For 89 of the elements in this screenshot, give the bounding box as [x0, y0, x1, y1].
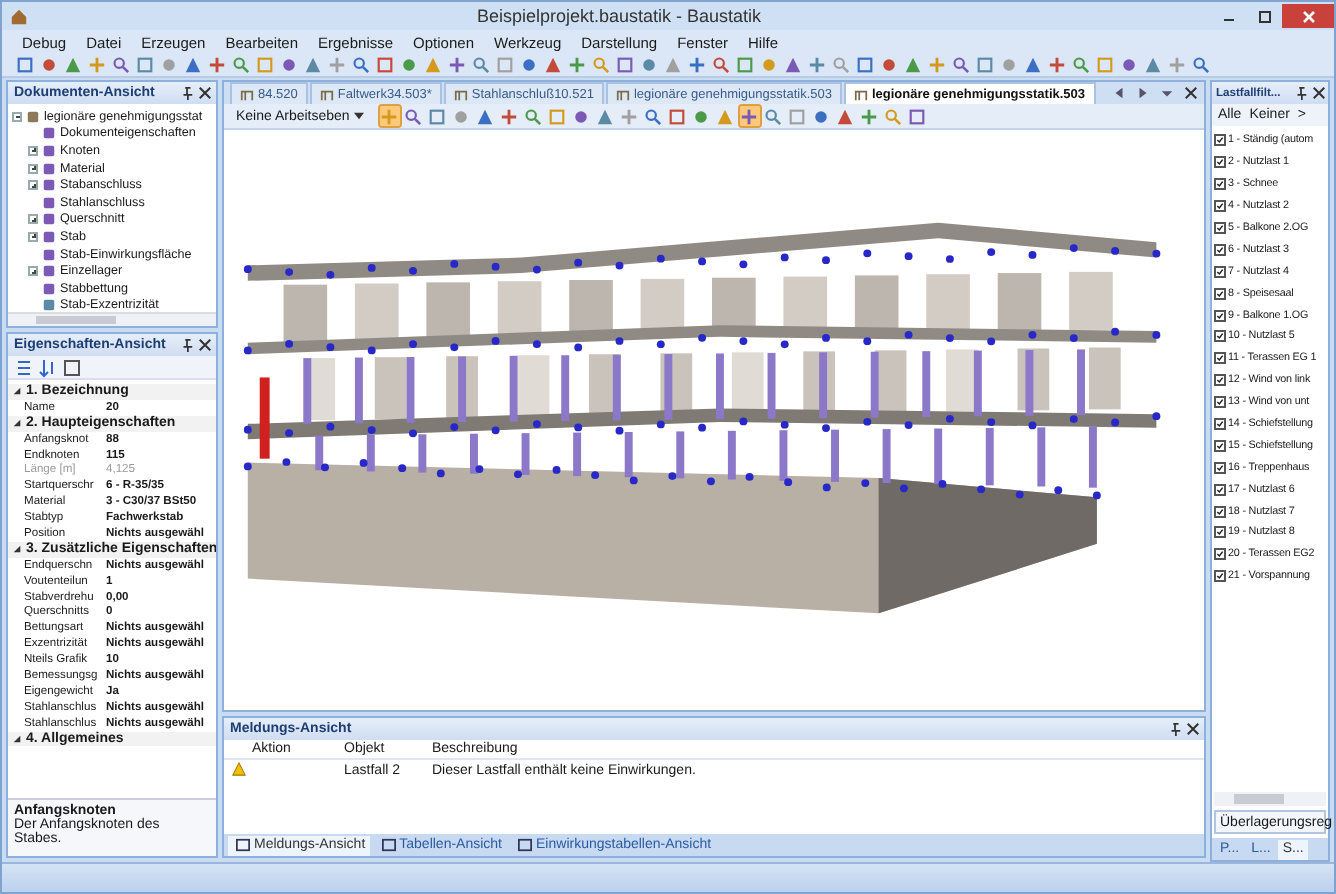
expander-icon[interactable]: [28, 266, 38, 277]
checkbox[interactable]: [1214, 156, 1226, 169]
frame-icon: [319, 87, 334, 101]
view-tool-icon[interactable]: [451, 106, 472, 126]
close-icon[interactable]: [198, 86, 212, 100]
checkbox[interactable]: [1214, 178, 1226, 191]
view-tool-icon[interactable]: [499, 106, 520, 126]
categorized-icon[interactable]: [14, 357, 34, 377]
checkbox[interactable]: [1214, 418, 1226, 431]
scrollbar[interactable]: [8, 312, 216, 326]
checkbox[interactable]: [1214, 548, 1226, 561]
checkbox[interactable]: [1214, 570, 1226, 583]
toolbar-icon[interactable]: [950, 55, 970, 75]
checkbox[interactable]: [1214, 439, 1226, 452]
expander-icon[interactable]: [12, 111, 22, 122]
collapse-icon[interactable]: [12, 734, 22, 745]
pin-icon[interactable]: [1168, 722, 1182, 736]
view-tool-icon[interactable]: [427, 106, 448, 126]
window-icon: [236, 838, 250, 852]
toolbar-icon[interactable]: [230, 55, 250, 75]
toolbar-icon[interactable]: [206, 55, 226, 75]
checkbox[interactable]: [1214, 243, 1226, 256]
view-tool-icon[interactable]: [907, 106, 928, 126]
pin-icon[interactable]: [180, 338, 194, 352]
view-tool-icon[interactable]: [739, 106, 760, 126]
scroll-right-icon[interactable]: [1136, 86, 1150, 100]
checkbox[interactable]: [1214, 483, 1226, 496]
checkbox[interactable]: [1214, 330, 1226, 343]
frame-icon: [453, 87, 468, 101]
warning-icon: [232, 761, 246, 775]
window-icon: [518, 838, 533, 852]
sort-icon[interactable]: [38, 357, 58, 377]
close-button[interactable]: [1282, 4, 1334, 28]
collapse-icon[interactable]: [12, 544, 22, 555]
close-icon[interactable]: [1184, 86, 1198, 100]
view-tool-icon[interactable]: [523, 106, 544, 126]
scroll-left-icon[interactable]: [1112, 86, 1126, 100]
window-title: Beispielprojekt.baustatik - Baustatik: [474, 6, 764, 26]
toolbar-icon[interactable]: [470, 55, 490, 75]
checkbox[interactable]: [1214, 134, 1226, 147]
close-icon[interactable]: [198, 338, 212, 352]
toolbar-icon[interactable]: [1070, 55, 1090, 75]
close-icon: [1301, 9, 1315, 23]
view-tool-icon[interactable]: [571, 106, 592, 126]
checkbox[interactable]: [1214, 374, 1226, 387]
frame-icon: [240, 87, 254, 101]
view-tool-icon[interactable]: [667, 106, 688, 126]
checkbox[interactable]: [1214, 461, 1226, 474]
toolbar-icon[interactable]: [1046, 55, 1066, 75]
toolbar-icon[interactable]: [806, 55, 826, 75]
frame-icon: [615, 87, 630, 101]
caret-icon: [353, 112, 364, 120]
app-icon: [10, 7, 28, 25]
window-icon: [381, 838, 396, 852]
close-icon[interactable]: [1186, 722, 1200, 736]
checkbox[interactable]: [1214, 526, 1226, 539]
checkbox[interactable]: [1214, 265, 1226, 278]
view-tool-icon[interactable]: [811, 106, 832, 126]
checkbox[interactable]: [1214, 309, 1226, 322]
checkbox[interactable]: [1214, 505, 1226, 518]
frame-icon: [853, 87, 868, 101]
property-pages-icon[interactable]: [62, 357, 82, 377]
toolbar-icon[interactable]: [686, 55, 706, 75]
toolbar-icon[interactable]: [350, 55, 370, 75]
checkbox[interactable]: [1214, 352, 1226, 365]
maximize-icon[interactable]: [1257, 9, 1271, 23]
toolbar-icon[interactable]: [710, 55, 730, 75]
checkbox[interactable]: [1214, 396, 1226, 409]
checkbox[interactable]: [1214, 287, 1226, 300]
view-tool-icon[interactable]: [403, 106, 424, 126]
view-tool-icon[interactable]: [787, 106, 808, 126]
toolbar-icon[interactable]: [446, 55, 466, 75]
scrollbar[interactable]: [1214, 792, 1326, 806]
toolbar-icon[interactable]: [1190, 55, 1210, 75]
dropdown-icon[interactable]: [1160, 86, 1174, 100]
view-tool-icon[interactable]: [619, 106, 640, 126]
collapse-icon[interactable]: [12, 386, 22, 397]
toolbar-icon[interactable]: [110, 55, 130, 75]
pin-icon[interactable]: [180, 86, 194, 100]
view-tool-icon[interactable]: [763, 106, 784, 126]
view-tool-icon[interactable]: [859, 106, 880, 126]
collapse-icon[interactable]: [12, 418, 22, 429]
view-tool-icon[interactable]: [691, 106, 712, 126]
checkbox[interactable]: [1214, 222, 1226, 234]
checkbox[interactable]: [1214, 200, 1226, 213]
close-icon[interactable]: [1312, 86, 1326, 100]
toolbar-icon[interactable]: [566, 55, 586, 75]
pin-icon[interactable]: [1294, 86, 1308, 100]
view-tool-icon[interactable]: [643, 106, 664, 126]
